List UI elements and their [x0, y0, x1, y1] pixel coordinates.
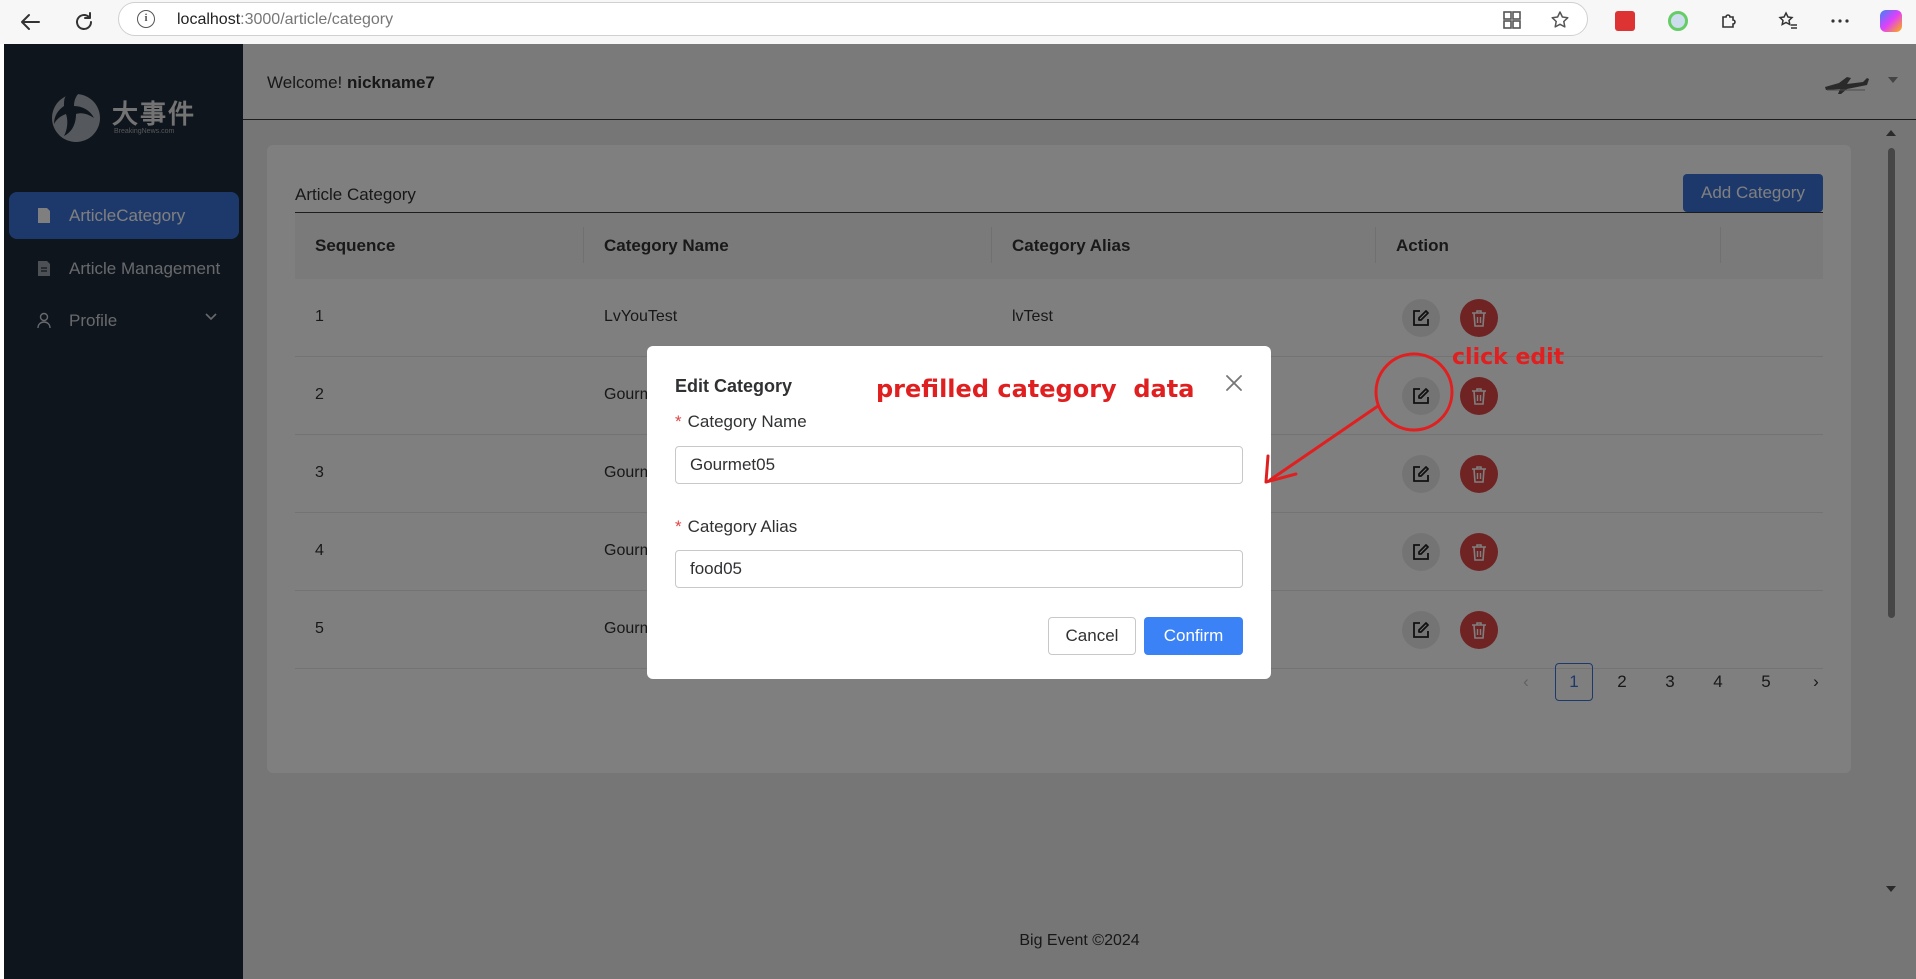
info-icon[interactable]: i — [137, 10, 155, 28]
cancel-button[interactable]: Cancel — [1048, 617, 1136, 655]
copilot-icon[interactable] — [1878, 8, 1904, 34]
category-name-label: * Category Name — [675, 412, 807, 431]
dialog-title: Edit Category — [675, 376, 793, 396]
reload-icon[interactable] — [68, 6, 100, 38]
app-grid-icon[interactable] — [1502, 10, 1522, 30]
browser-toolbar: i localhost:3000/article/category — [0, 0, 1916, 44]
annotation-prefilled-text: prefilled category data — [876, 375, 1195, 403]
back-icon[interactable] — [14, 6, 46, 38]
url-text[interactable]: localhost:3000/article/category — [177, 11, 393, 29]
puzzle-icon[interactable] — [1716, 8, 1742, 34]
extension-red-icon[interactable] — [1612, 8, 1638, 34]
more-icon[interactable] — [1827, 8, 1853, 34]
category-alias-input[interactable]: food05 — [675, 550, 1243, 588]
close-icon[interactable] — [1223, 372, 1245, 394]
category-name-input[interactable]: Gourmet05 — [675, 446, 1243, 484]
annotation-click-edit-text: click edit — [1452, 345, 1565, 370]
category-alias-label: * Category Alias — [675, 517, 798, 536]
confirm-button[interactable]: Confirm — [1144, 617, 1243, 655]
favorites-icon[interactable] — [1775, 8, 1801, 34]
star-icon[interactable] — [1550, 10, 1570, 30]
extension-green-icon[interactable] — [1665, 8, 1691, 34]
address-bar[interactable]: i localhost:3000/article/category — [118, 2, 1588, 36]
